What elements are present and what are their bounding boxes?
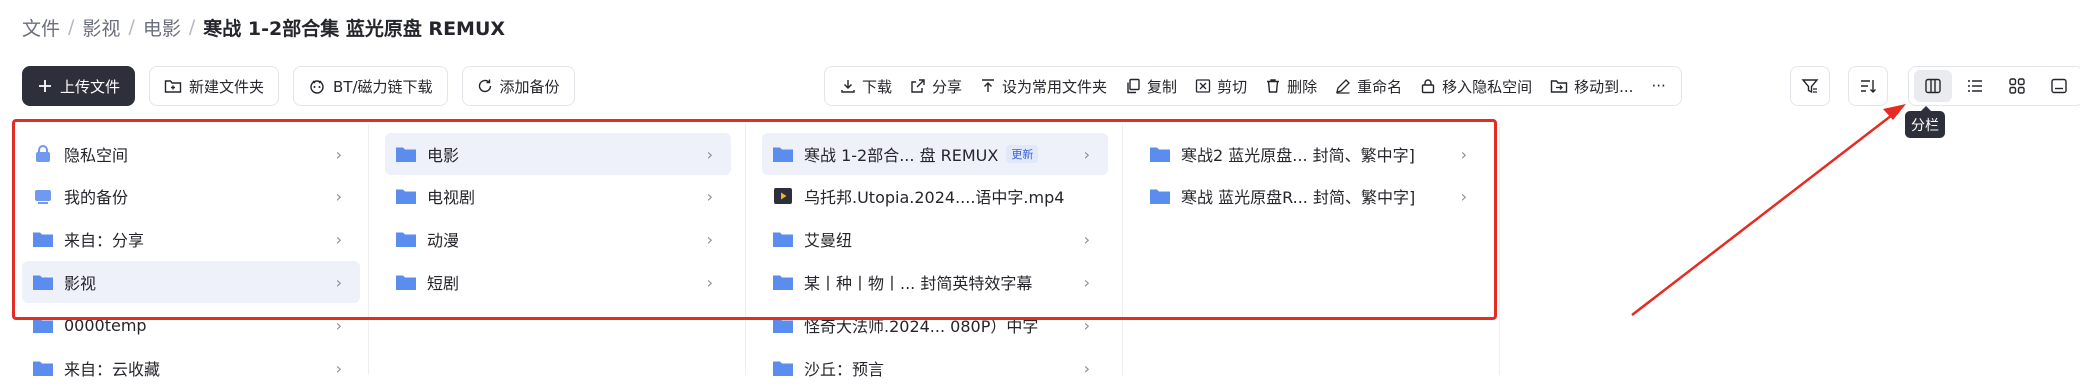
annotation-arrow xyxy=(1631,104,1906,316)
